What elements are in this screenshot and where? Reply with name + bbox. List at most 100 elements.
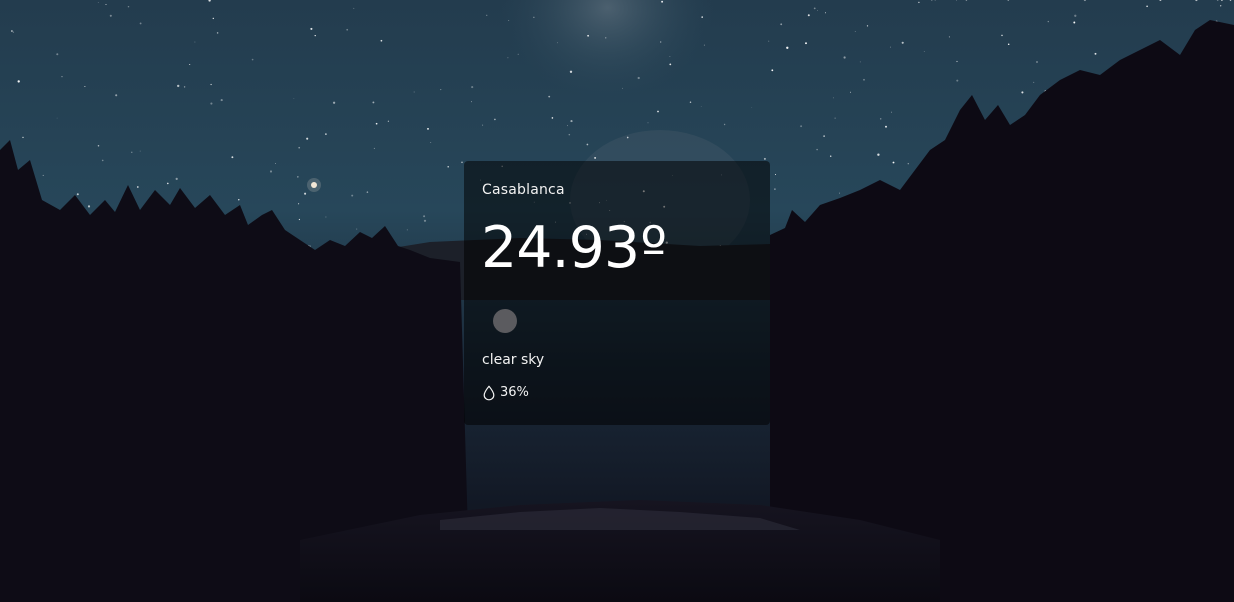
star	[216, 32, 219, 34]
star	[332, 101, 336, 104]
star	[1094, 52, 1097, 55]
star	[551, 117, 554, 119]
star	[605, 37, 607, 39]
degree-symbol: º	[640, 215, 668, 281]
star	[471, 101, 472, 103]
star	[325, 133, 327, 135]
star	[127, 5, 130, 8]
star	[231, 156, 234, 159]
star	[101, 159, 104, 162]
star	[1220, 5, 1222, 7]
star	[353, 7, 355, 9]
star	[657, 110, 659, 113]
star	[189, 63, 191, 66]
star	[1047, 20, 1049, 23]
star	[823, 135, 825, 137]
star	[97, 145, 100, 147]
star	[304, 192, 307, 195]
city-name: Casablanca	[482, 182, 565, 198]
star	[956, 79, 959, 82]
weather-icon	[493, 309, 517, 333]
star	[413, 91, 415, 93]
star	[780, 23, 783, 26]
star	[507, 57, 509, 59]
star	[494, 118, 496, 121]
star	[557, 42, 559, 44]
star	[97, 2, 99, 3]
star	[210, 102, 213, 105]
star	[771, 69, 774, 72]
star	[813, 7, 816, 10]
star	[723, 123, 726, 126]
star	[306, 137, 309, 140]
star	[877, 153, 880, 156]
temperature-value: 24.93	[481, 215, 640, 281]
star	[626, 136, 629, 139]
star	[568, 133, 571, 136]
star	[863, 78, 865, 81]
star	[816, 148, 818, 151]
star	[22, 136, 24, 139]
star	[210, 83, 212, 86]
star	[508, 20, 510, 22]
star	[1073, 21, 1076, 24]
star	[84, 85, 86, 88]
star	[325, 216, 327, 218]
star	[805, 42, 807, 45]
star	[275, 163, 276, 164]
star	[689, 101, 692, 104]
star	[1021, 91, 1024, 94]
weather-description: clear sky	[482, 352, 545, 368]
star	[139, 22, 142, 25]
star	[297, 176, 299, 178]
star	[298, 218, 301, 221]
star	[854, 31, 856, 32]
star	[115, 94, 118, 97]
star	[824, 12, 827, 14]
star	[139, 150, 141, 152]
star	[660, 41, 662, 43]
star	[817, 10, 818, 11]
star	[12, 31, 15, 33]
star	[194, 41, 196, 43]
star	[637, 76, 640, 80]
star	[251, 58, 254, 61]
star	[366, 191, 369, 193]
star	[774, 188, 776, 190]
star	[1007, 43, 1010, 46]
star	[61, 75, 63, 78]
star	[105, 4, 107, 6]
star	[423, 219, 427, 222]
star	[586, 143, 589, 146]
star	[56, 53, 59, 56]
star	[918, 1, 920, 4]
star	[647, 122, 649, 124]
star	[183, 86, 186, 88]
star	[703, 44, 705, 46]
humidity-row: 36%	[482, 385, 529, 401]
star	[375, 122, 378, 125]
star	[923, 51, 925, 52]
star	[42, 174, 44, 176]
star	[885, 125, 887, 128]
star	[786, 46, 789, 49]
star	[866, 25, 869, 27]
star	[700, 106, 702, 108]
star	[669, 63, 672, 66]
star	[440, 89, 442, 91]
star	[569, 70, 573, 73]
star	[587, 34, 589, 37]
star	[76, 193, 79, 196]
star	[661, 0, 664, 3]
star	[56, 117, 58, 119]
star	[298, 203, 300, 205]
star	[622, 87, 623, 89]
star	[548, 95, 551, 98]
star	[834, 117, 836, 119]
star	[843, 56, 846, 59]
star	[351, 194, 354, 197]
star	[948, 36, 950, 38]
star	[427, 127, 429, 130]
star	[907, 163, 909, 165]
weather-card: Casablanca 24.93º clear sky 36%	[464, 161, 770, 425]
